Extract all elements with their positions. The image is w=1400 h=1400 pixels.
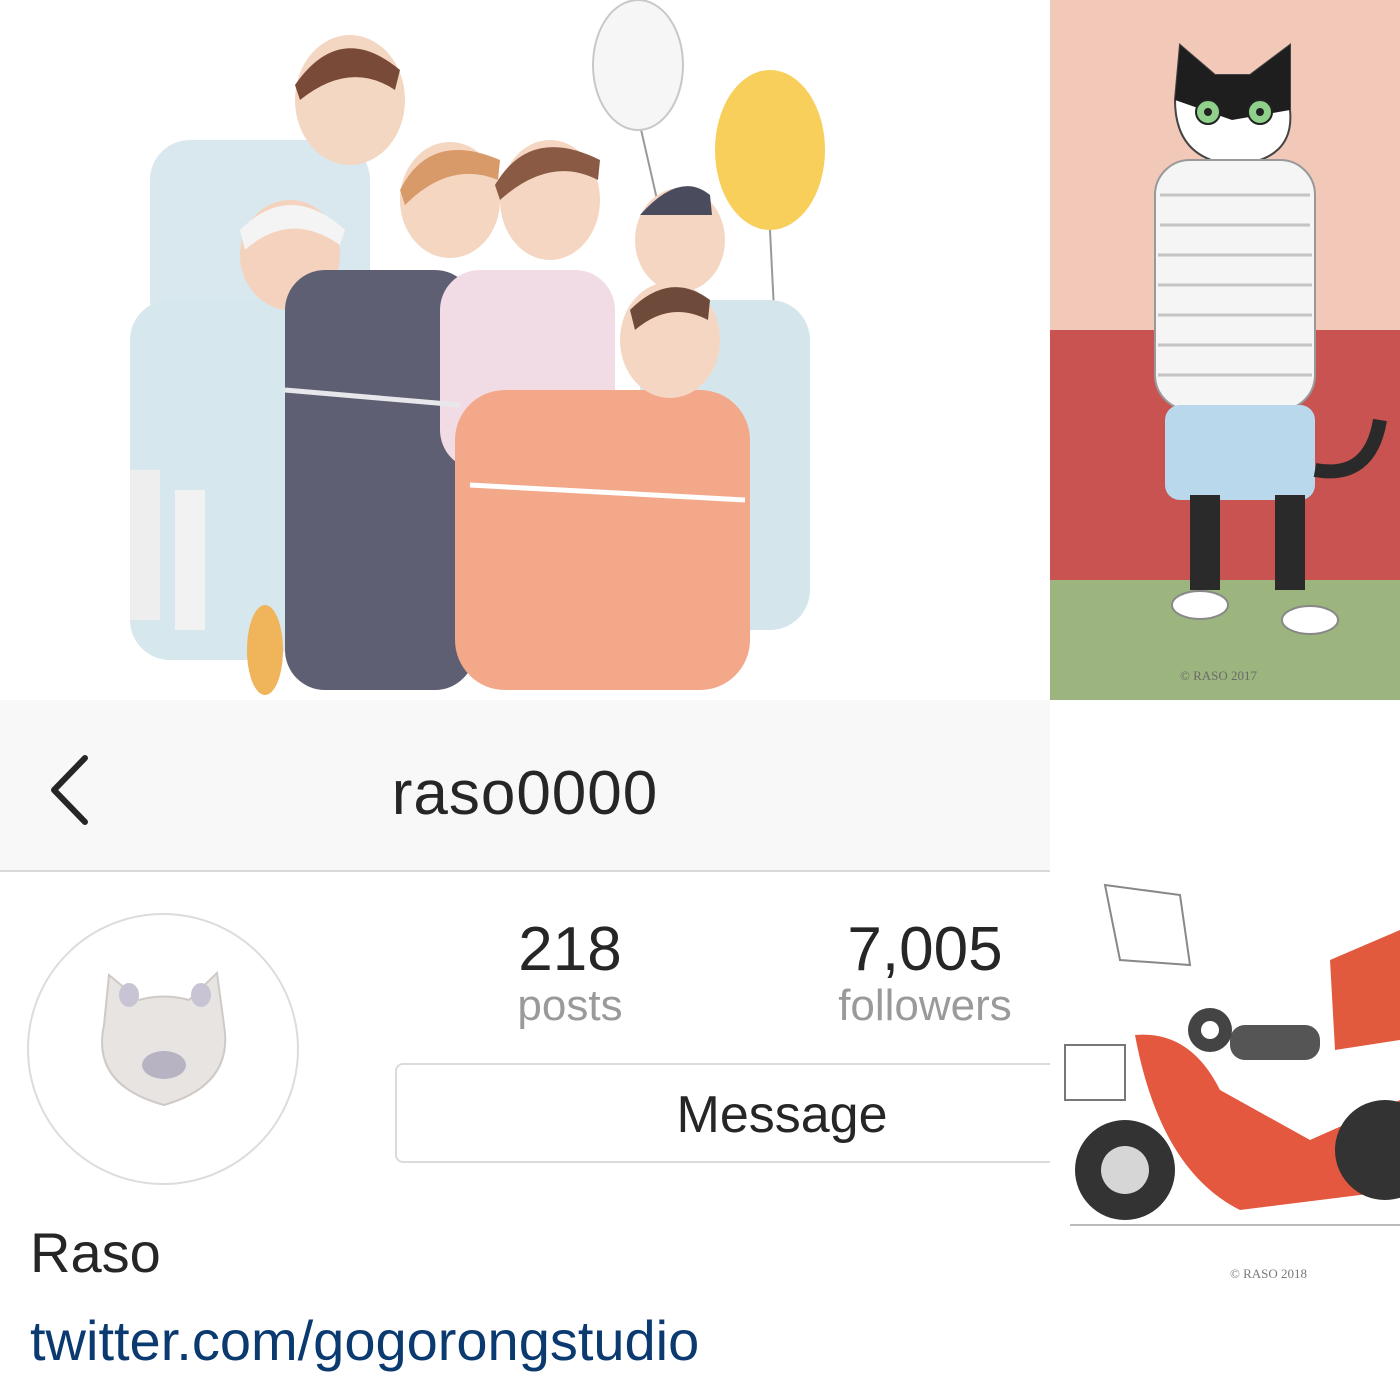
illustration-scooter: © RASO 2018: [1050, 700, 1400, 1400]
illustration-cat: © RASO 2017: [1050, 0, 1400, 700]
dog-face-icon: [101, 970, 227, 1107]
posts-label: posts: [517, 981, 623, 1030]
posts-stat[interactable]: 218 posts: [470, 915, 670, 1029]
illustration-group-photo: [0, 0, 1050, 700]
followers-stat[interactable]: 7,005 followers: [800, 915, 1050, 1029]
followers-count: 7,005: [847, 915, 1003, 984]
username-text: raso0000: [391, 759, 659, 828]
posts-count: 218: [518, 915, 622, 984]
profile-username: raso0000: [0, 758, 1050, 829]
followers-label: followers: [838, 981, 1012, 1030]
profile-panel: raso0000 218 posts 7,005 followers Messa…: [0, 700, 1050, 1400]
scooter-signature: © RASO 2018: [1230, 1266, 1307, 1281]
avatar[interactable]: [27, 913, 299, 1185]
navigation-bar: raso0000: [0, 700, 1050, 872]
website-link[interactable]: twitter.com/gogorongstudio: [30, 1308, 699, 1373]
cat-signature: © RASO 2017: [1180, 668, 1258, 683]
message-button-label: Message: [676, 1086, 888, 1144]
profile-full-name: Raso: [30, 1221, 161, 1284]
message-button[interactable]: Message: [395, 1063, 1050, 1163]
